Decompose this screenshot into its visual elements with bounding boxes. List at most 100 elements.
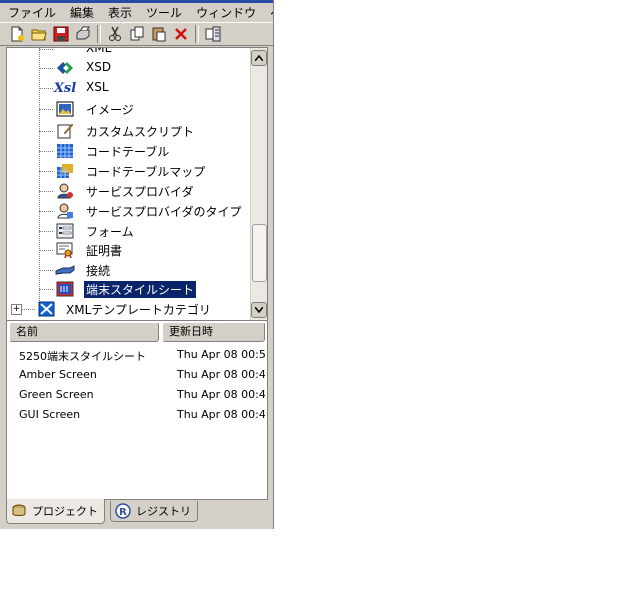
code-table-map-icon xyxy=(55,162,75,180)
tree-connector xyxy=(39,191,53,192)
svg-text:R: R xyxy=(119,507,127,518)
delete-icon xyxy=(175,28,187,40)
list-item-name: GUI Screen xyxy=(19,408,81,421)
tree-item-label: イメージ xyxy=(86,103,134,117)
tree-item-certificate[interactable]: 証明書 xyxy=(7,240,247,260)
tree-item-code-table[interactable]: コードテーブル xyxy=(7,141,247,161)
list-item-name: 5250端末スタイルシート xyxy=(19,350,146,363)
properties-button[interactable] xyxy=(202,24,224,44)
scroll-up-button[interactable] xyxy=(251,50,267,66)
tree-item-label: XSD xyxy=(86,60,112,74)
tree-item-label: XMLテンプレートカテゴリ xyxy=(66,303,211,317)
column-header-modified[interactable]: 更新日時 xyxy=(162,322,265,342)
tab-project[interactable]: プロジェクト xyxy=(6,499,105,524)
custom-script-icon xyxy=(55,122,75,140)
tree-item-terminal-stylesheet[interactable]: 端末スタイルシート xyxy=(7,279,247,299)
new-icon xyxy=(11,26,24,42)
project-icon xyxy=(11,503,27,519)
paste-icon xyxy=(152,27,166,42)
menu-tools[interactable]: ツール xyxy=(138,4,188,21)
delete-button[interactable] xyxy=(170,24,192,44)
xsl-icon: Xsl xyxy=(53,80,77,96)
tree-item-code-table-map[interactable]: コードテーブルマップ xyxy=(7,161,247,181)
toolbar-separator xyxy=(97,25,101,43)
xml-template-category-icon xyxy=(37,300,57,318)
tree-item-label: コードテーブル xyxy=(86,145,170,159)
tree-connector xyxy=(39,231,53,232)
toolbar-separator xyxy=(195,25,199,43)
list-item-name: Amber Screen xyxy=(19,368,97,381)
list-item-date: Thu Apr 08 00:43: xyxy=(177,408,265,421)
item-list[interactable]: 名前 更新日時 5250端末スタイルシート Thu Apr 08 00:50: … xyxy=(6,320,268,500)
menu-view[interactable]: 表示 xyxy=(100,4,138,21)
project-tree[interactable]: XML XSD Xsl XSL イメージ カスタムスクリプト コードテーブル コ… xyxy=(6,47,268,321)
tree-item-label: フォーム xyxy=(86,225,134,239)
tree-item-xsd[interactable]: XSD xyxy=(7,58,247,78)
tab-registry[interactable]: R レジストリ xyxy=(110,501,198,522)
tree-connector xyxy=(39,211,53,212)
print-icon xyxy=(76,26,90,40)
open-button[interactable] xyxy=(28,24,50,44)
list-item-name: Green Screen xyxy=(19,388,94,401)
tree-item-label: サービスプロバイダ xyxy=(86,185,194,199)
tree-scrollbar[interactable] xyxy=(250,48,267,320)
menu-help[interactable]: ヘルプ xyxy=(262,4,273,21)
list-item[interactable]: 5250端末スタイルシート Thu Apr 08 00:50: xyxy=(7,345,267,365)
tree-connector xyxy=(39,270,53,271)
menu-edit[interactable]: 編集 xyxy=(62,4,100,21)
copy-icon xyxy=(130,26,144,41)
tree-item-service-provider[interactable]: サービスプロバイダ xyxy=(7,181,247,201)
chevron-up-icon xyxy=(255,55,263,61)
cut-button[interactable] xyxy=(104,24,126,44)
tree-item-label: 端末スタイルシート xyxy=(82,280,198,299)
save-button[interactable] xyxy=(50,24,72,44)
tree-connector xyxy=(39,131,53,132)
tree-connector xyxy=(39,250,53,251)
tree-item-label: 証明書 xyxy=(86,244,123,258)
menu-file[interactable]: ファイル xyxy=(0,4,62,21)
properties-icon xyxy=(205,26,221,42)
chevron-down-icon xyxy=(255,307,263,313)
tree-connector xyxy=(39,88,53,89)
tree-item-service-provider-type[interactable]: サービスプロバイダのタイプ xyxy=(7,201,247,221)
copy-button[interactable] xyxy=(126,24,148,44)
service-provider-type-icon xyxy=(55,202,75,220)
scroll-down-button[interactable] xyxy=(251,302,267,318)
code-table-icon xyxy=(55,142,75,160)
tree-item-label: サービスプロバイダのタイプ xyxy=(86,205,242,219)
list-item-date: Thu Apr 08 00:50: xyxy=(177,348,265,361)
tree-item-connection[interactable]: 接続 xyxy=(7,260,247,280)
list-item[interactable]: Amber Screen Thu Apr 08 00:43: xyxy=(7,365,267,385)
tree-item-custom-script[interactable]: カスタムスクリプト xyxy=(7,121,247,141)
toolbar xyxy=(0,22,273,46)
column-header-name[interactable]: 名前 xyxy=(9,322,159,342)
paste-button[interactable] xyxy=(148,24,170,44)
print-button[interactable] xyxy=(72,24,94,44)
menu-window[interactable]: ウィンドウ xyxy=(188,4,262,21)
list-item-date: Thu Apr 08 00:43: xyxy=(177,388,265,401)
bottom-tabs: プロジェクト R レジストリ xyxy=(6,499,272,527)
tree-connector xyxy=(21,309,35,310)
tree-item-xsl[interactable]: Xsl XSL xyxy=(7,78,247,98)
save-icon xyxy=(53,26,69,42)
new-button[interactable] xyxy=(6,24,28,44)
project-explorer-window: ファイル 編集 表示 ツール ウィンドウ ヘルプ xyxy=(0,0,274,529)
tree-item-label: コードテーブルマップ xyxy=(86,165,206,179)
list-item[interactable]: GUI Screen Thu Apr 08 00:43: xyxy=(7,405,267,425)
tree-item-image[interactable]: イメージ xyxy=(7,99,247,119)
terminal-stylesheet-icon xyxy=(55,280,75,298)
tree-item-form[interactable]: フォーム xyxy=(7,221,247,241)
tree-connector xyxy=(39,109,53,110)
image-icon xyxy=(55,100,75,118)
list-item-date: Thu Apr 08 00:43: xyxy=(177,368,265,381)
open-folder-icon xyxy=(31,29,47,41)
tree-item-label: 接続 xyxy=(86,264,111,278)
scroll-thumb[interactable] xyxy=(252,224,267,282)
registry-icon: R xyxy=(115,503,131,519)
tab-label: プロジェクト xyxy=(32,505,98,518)
tree-item-label: カスタムスクリプト xyxy=(86,125,195,139)
tree-connector xyxy=(39,171,53,172)
list-item[interactable]: Green Screen Thu Apr 08 00:43: xyxy=(7,385,267,405)
tree-item-label: XSL xyxy=(86,80,109,94)
tree-item-xml-template-category[interactable]: + XMLテンプレートカテゴリ xyxy=(7,299,247,319)
